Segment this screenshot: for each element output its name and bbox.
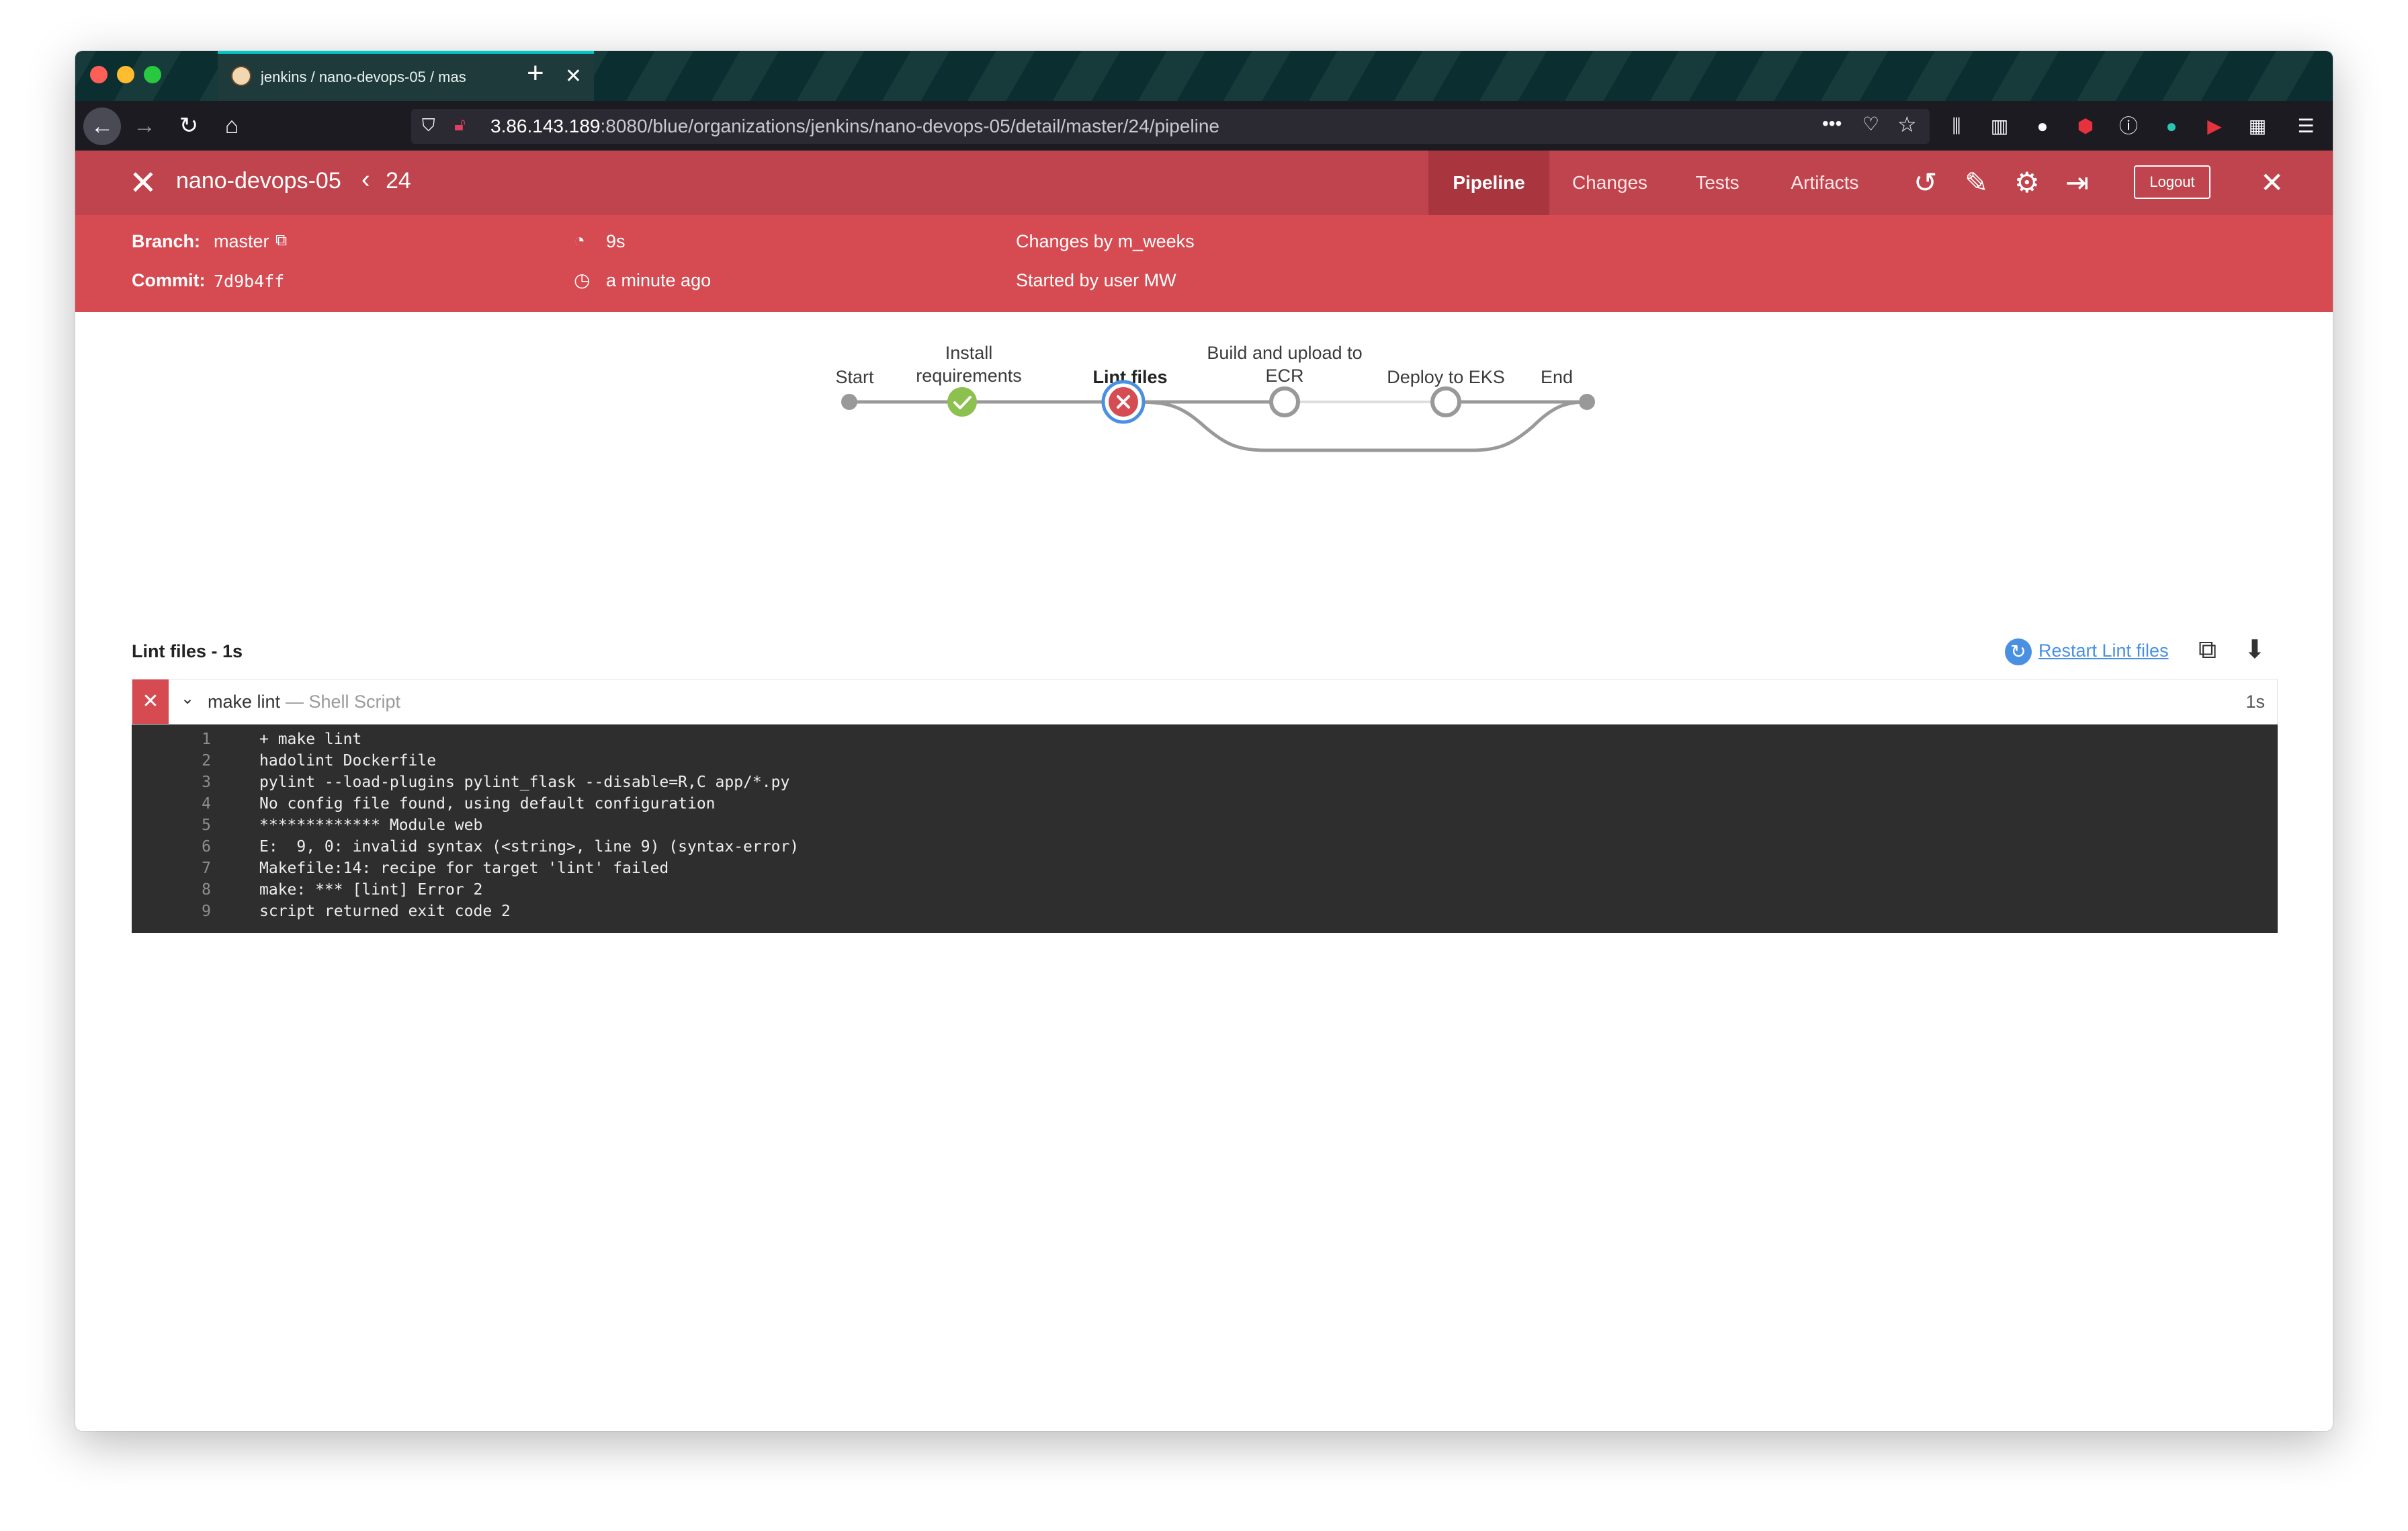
barcode-extension-icon[interactable]: ▦ [2244,113,2271,140]
lint-node[interactable] [1101,380,1146,424]
pipeline-parallel-branch [1123,400,1588,452]
red-extension-icon[interactable]: ▶ [2201,113,2228,140]
duration-value: 9s [606,231,626,251]
info-extension-icon[interactable]: ⓘ [2115,113,2142,140]
log-line: 1 + make lint [202,731,362,748]
jenkins-favicon-icon [231,66,251,86]
logout-button[interactable]: Logout [2134,165,2210,199]
bookmark-star-icon[interactable]: ☆ [1897,112,1917,137]
changes-by: Changes by m_weeks [1016,231,1195,251]
hamburger-menu-icon[interactable]: ☰ [2292,113,2319,140]
chevron-left-icon: ‹ [361,165,370,194]
tab-pipeline[interactable]: Pipeline [1428,151,1549,215]
tab-bar: jenkins / nano-devops-05 / mas ✕ + [75,51,2333,101]
branch-value[interactable]: master [214,231,269,252]
page-actions-icon[interactable]: ••• [1822,113,1842,134]
end-node[interactable] [1579,394,1595,410]
run-info-bar: Branch: master ⧉ Commit: 7d9b4ff ◔ 9s ◷ … [75,215,2333,312]
log-line: 5 ************* Module web [202,817,483,834]
close-icon[interactable]: ✕ [2260,167,2284,199]
log-line: 3 pylint --load-plugins pylint_flask --di… [202,774,790,791]
log-line: 9 script returned exit code 2 [202,903,511,920]
project-name[interactable]: nano-devops-05 [176,168,341,194]
step-duration: 1s [2245,692,2265,712]
close-tab-icon[interactable]: ✕ [565,65,582,88]
step-name: make lint [208,692,281,712]
forward-arrow-icon[interactable]: → [129,110,160,141]
log-line: 8 make: *** [lint] Error 2 [202,881,483,899]
home-icon[interactable]: ⌂ [216,110,247,141]
minimize-window-button[interactable] [117,66,134,83]
log-line: 6 E: 9, 0: invalid syntax (<string>, line… [202,838,800,856]
pocket-icon[interactable]: ♡ [1862,113,1879,135]
teal-extension-icon[interactable]: ● [2158,113,2185,140]
start-node[interactable] [841,394,857,410]
open-classic-icon[interactable]: ⇥ [2065,167,2089,199]
duration-icon: ◔ [574,230,585,251]
time-ago: a minute ago [606,270,712,290]
deploy-node[interactable] [1430,386,1461,417]
url-text: 3.86.143.189:8080/blue/organizations/jen… [490,116,1219,136]
external-link-icon[interactable]: ⧉ [275,231,287,250]
back-arrow-icon[interactable]: ← [83,108,121,145]
clock-icon: ◷ [574,270,591,290]
open-external-icon[interactable]: ⧉ [2198,636,2217,665]
branch-label: Branch: [132,231,201,251]
maximize-window-button[interactable] [144,66,161,83]
rerun-icon[interactable]: ↺ [1914,167,1937,199]
browser-window: jenkins / nano-devops-05 / mas ✕ + ← → ↻… [75,51,2333,1431]
close-run-icon[interactable]: ✕ [129,164,157,202]
install-node[interactable] [947,387,977,417]
pipeline-graph-svg [841,380,1595,452]
log-line: 2 hadolint Dockerfile [202,752,437,770]
log-output: 1 + make lint 2 hadolint Dockerfile 3 pylin… [132,725,2278,933]
failure-icon: ✕ [132,679,169,724]
restart-stage-link[interactable]: ↻ Restart Lint files [2005,638,2169,665]
chevron-down-icon[interactable]: ⌄ [181,689,194,708]
restart-icon: ↻ [2005,638,2032,665]
log-line: 4 No config file found, using default con… [202,795,716,813]
new-tab-button[interactable]: + [527,56,544,90]
navigation-bar: ← → ↻ ⌂ ⛉ 🔓︎ 3.86.143.189:8080/blue/orga… [75,101,2333,151]
log-line: 7 Makefile:14: recipe for target 'lint' f… [202,860,669,877]
pipeline-graph: Start Install requirements Lint files Bu… [75,312,2333,648]
insecure-lock-icon[interactable]: 🔓︎ [454,114,466,136]
commit-value[interactable]: 7d9b4ff [214,272,284,291]
started-by: Started by user MW [1016,270,1176,290]
step-description: — Shell Script [286,692,401,712]
tab-changes[interactable]: Changes [1549,151,1670,215]
edit-pencil-icon[interactable]: ✎ [1965,167,1988,199]
library-icon[interactable]: ⫼ [1943,113,1970,140]
step-title: Lint files - 1s [132,641,243,661]
run-number: 24 [386,168,411,194]
tab-title: jenkins / nano-devops-05 / mas [261,69,466,85]
commit-label: Commit: [132,270,206,290]
tracking-shield-icon[interactable]: ⛉ [422,115,435,136]
close-window-button[interactable] [90,66,108,83]
sidebar-icon[interactable]: ▥ [1986,113,2013,140]
settings-gear-icon[interactable]: ⚙ [2014,167,2040,199]
tab-artifacts[interactable]: Artifacts [1764,151,1885,215]
address-bar[interactable]: ⛉ 🔓︎ 3.86.143.189:8080/blue/organization… [411,109,1930,144]
step-row[interactable]: ✕ ⌄ make lint — Shell Script 1s [132,679,2278,725]
jenkins-header: ✕ nano-devops-05 ‹ 24 Pipeline Changes T… [75,151,2333,215]
reload-icon[interactable]: ↻ [173,110,204,141]
account-icon[interactable]: ● [2029,113,2056,140]
tab-tests[interactable]: Tests [1670,151,1764,215]
download-icon[interactable]: ⬇ [2244,634,2266,665]
build-node[interactable] [1269,386,1300,417]
ublock-extension-icon[interactable]: ⬢ [2072,113,2099,140]
